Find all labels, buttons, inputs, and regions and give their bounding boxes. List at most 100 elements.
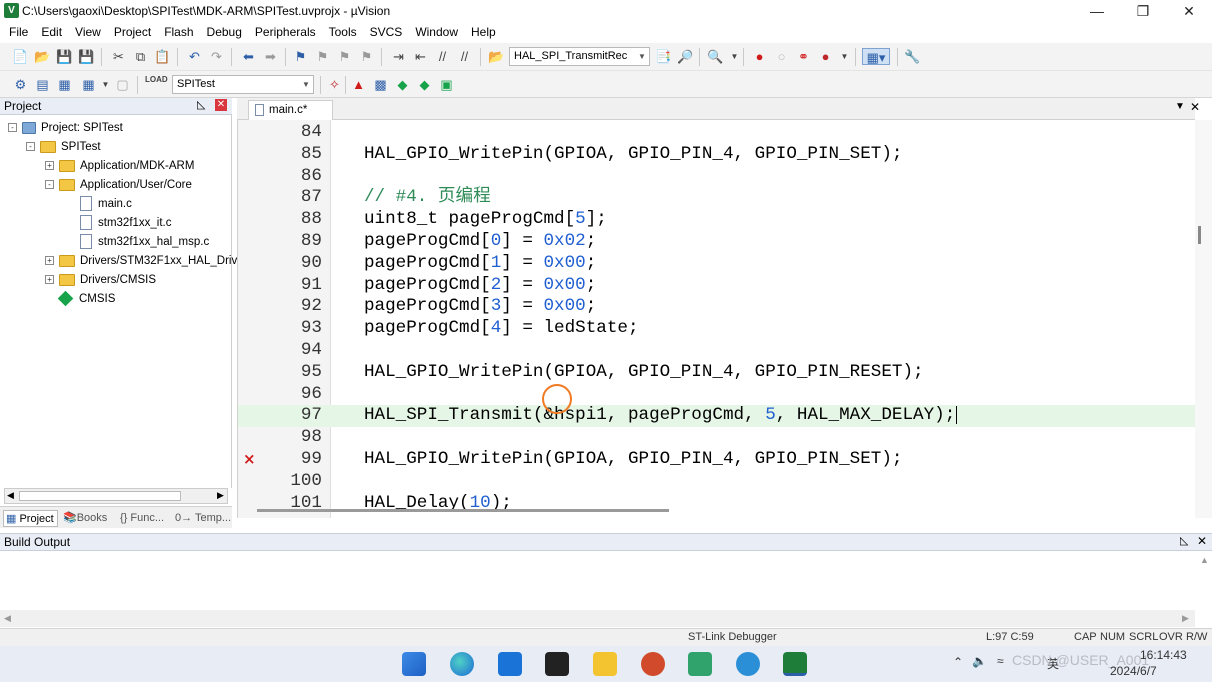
expand-icon[interactable]: + (45, 275, 54, 284)
batch-build-icon[interactable]: ▦ (80, 76, 97, 93)
whiteboard-app-icon[interactable] (498, 652, 522, 676)
incremental-find-icon[interactable]: 📑 (655, 48, 672, 65)
code-editor[interactable]: 84 85 HAL_GPIO_WritePin(GPIOA, GPIO_PIN_4,… (237, 120, 1195, 518)
scroll-right-icon[interactable]: ▶ (1182, 613, 1189, 624)
download-icon[interactable]: LOAD (145, 76, 168, 93)
project-horizontal-scrollbar[interactable]: ◀ ▶ (4, 488, 228, 504)
navigate-forward-icon[interactable]: ➡ (262, 48, 279, 65)
enable-breakpoint-icon[interactable]: ○ (773, 48, 790, 65)
save-icon[interactable]: 💾 (56, 48, 73, 65)
tab-main-c[interactable]: main.c* (248, 100, 333, 120)
tree-item-component[interactable]: CMSIS (57, 289, 115, 308)
menu-project[interactable]: Project (109, 22, 159, 43)
menu-svcs[interactable]: SVCS (365, 22, 411, 43)
tree-item-file[interactable]: main.c (80, 194, 132, 213)
code-line[interactable]: 93 pageProgCmd[4] = ledState; (238, 318, 1195, 340)
debug-start-icon[interactable]: 🔍 (707, 48, 724, 65)
code-line[interactable]: 86 (238, 166, 1195, 188)
edge-browser-icon[interactable] (450, 652, 474, 676)
collapse-icon[interactable]: - (45, 180, 54, 189)
uncomment-icon[interactable]: // (456, 48, 473, 65)
code-line[interactable]: 87 // #4. 页编程 (238, 187, 1195, 209)
tree-item-target[interactable]: - SPITest (26, 137, 101, 156)
undo-icon[interactable]: ↶ (186, 48, 203, 65)
scroll-up-icon[interactable]: ▲ (1200, 555, 1209, 565)
unindent-icon[interactable]: ⇤ (412, 48, 429, 65)
tree-item-group[interactable]: + Drivers/CMSIS (45, 270, 156, 289)
code-line[interactable]: 92 pageProgCmd[3] = 0x00; (238, 296, 1195, 318)
code-line[interactable]: 95 HAL_GPIO_WritePin(GPIOA, GPIO_PIN_4, G… (238, 362, 1195, 384)
notes-app-icon[interactable] (688, 652, 712, 676)
scrollbar-thumb[interactable] (19, 491, 181, 501)
editor-vertical-scrollbar[interactable] (1195, 120, 1212, 518)
code-line[interactable]: 98 (238, 427, 1195, 449)
expand-icon[interactable]: + (45, 161, 54, 170)
manage-project-items-icon[interactable]: ▲ (350, 76, 367, 93)
find-combo[interactable]: HAL_SPI_TransmitRec ▼ (509, 47, 650, 66)
collapse-icon[interactable]: - (8, 123, 17, 132)
close-button[interactable]: ✕ (1166, 0, 1212, 22)
code-line[interactable]: 85 HAL_GPIO_WritePin(GPIOA, GPIO_PIN_4, G… (238, 144, 1195, 166)
menu-view[interactable]: View (70, 22, 109, 43)
network-app-icon[interactable] (736, 652, 760, 676)
bookmark-toggle-icon[interactable]: ⚑ (292, 48, 309, 65)
wifi-icon[interactable]: ≈ (997, 654, 1004, 668)
uvision-taskbar-icon[interactable] (783, 652, 807, 676)
copy-icon[interactable]: ⧉ (132, 48, 149, 65)
find-replace-icon[interactable]: 🔎 (677, 48, 694, 65)
scroll-right-icon[interactable]: ▶ (217, 490, 224, 501)
expand-icon[interactable]: + (45, 256, 54, 265)
tab-templates[interactable]: 0→ Temp... (173, 510, 231, 527)
menu-help[interactable]: Help (466, 22, 504, 43)
tree-item-group[interactable]: - Application/User/Core (45, 175, 192, 194)
code-line[interactable]: 84 (238, 122, 1195, 144)
minimize-button[interactable]: — (1074, 0, 1120, 22)
menu-edit[interactable]: Edit (36, 22, 70, 43)
code-line[interactable]: 100 (238, 471, 1195, 493)
powerpoint-icon[interactable] (641, 652, 665, 676)
camera-app-icon[interactable] (545, 652, 569, 676)
code-line[interactable]: 97 HAL_SPI_Transmit(&hspi1, pageProgCmd, … (238, 405, 1195, 428)
pin-icon[interactable]: ◺ (197, 98, 205, 111)
window-layout-icon[interactable]: ▦▾ (862, 48, 890, 65)
scroll-left-icon[interactable]: ◀ (7, 490, 14, 501)
menu-tools[interactable]: Tools (324, 22, 365, 43)
close-panel-icon[interactable]: ✕ (1197, 534, 1207, 548)
insert-breakpoint-icon[interactable]: ● (751, 48, 768, 65)
code-line[interactable]: 96 (238, 384, 1195, 406)
tree-item-group[interactable]: + Application/MDK-ARM (45, 156, 194, 175)
find-in-files-icon[interactable]: 📂 (488, 48, 505, 65)
close-panel-icon[interactable]: ✕ (215, 99, 227, 111)
open-folder-icon[interactable]: 📂 (34, 48, 51, 65)
tab-functions[interactable]: {} Func... (118, 510, 164, 527)
bookmark-prev-icon[interactable]: ⚑ (314, 48, 331, 65)
tree-item-project[interactable]: - Project: SPITest (8, 118, 123, 137)
paste-icon[interactable]: 📋 (154, 48, 171, 65)
speaker-icon[interactable]: 🔈 (972, 654, 987, 668)
new-file-icon[interactable]: 📄 (12, 48, 29, 65)
code-line[interactable]: 90 pageProgCmd[1] = 0x00; (238, 253, 1195, 275)
start-menu-icon[interactable] (402, 652, 426, 676)
tree-item-group[interactable]: + Drivers/STM32F1xx_HAL_Driv (45, 251, 237, 270)
menu-window[interactable]: Window (410, 22, 466, 43)
maximize-button[interactable]: ❐ (1120, 0, 1166, 22)
tree-item-file[interactable]: stm32f1xx_it.c (80, 213, 172, 232)
disable-breakpoints-icon[interactable]: ⚭ (795, 48, 812, 65)
code-line[interactable]: 99 × HAL_GPIO_WritePin(GPIOA, GPIO_PIN_4, … (238, 449, 1195, 471)
code-line[interactable]: 88 uint8_t pageProgCmd[5]; (238, 209, 1195, 231)
code-line[interactable]: 91 pageProgCmd[2] = 0x00; (238, 275, 1195, 297)
tab-list-icon[interactable]: ▼ (1175, 101, 1185, 112)
tab-project[interactable]: ▦ Project (3, 510, 58, 527)
bookmark-clear-icon[interactable]: ⚑ (358, 48, 375, 65)
menu-file[interactable]: File (4, 22, 36, 43)
select-packs-icon[interactable]: ▩ (372, 76, 389, 93)
chevron-down-icon[interactable]: ▼ (97, 76, 114, 93)
software-packs-icon[interactable]: ▣ (438, 76, 455, 93)
scrollbar-thumb[interactable] (1198, 226, 1201, 244)
translate-icon[interactable]: ⚙ (12, 76, 29, 93)
menu-peripherals[interactable]: Peripherals (250, 22, 324, 43)
collapse-icon[interactable]: - (26, 142, 35, 151)
save-all-icon[interactable]: 💾 (78, 48, 95, 65)
bookmark-next-icon[interactable]: ⚑ (336, 48, 353, 65)
tray-overflow-icon[interactable]: ⌃ (953, 655, 963, 669)
